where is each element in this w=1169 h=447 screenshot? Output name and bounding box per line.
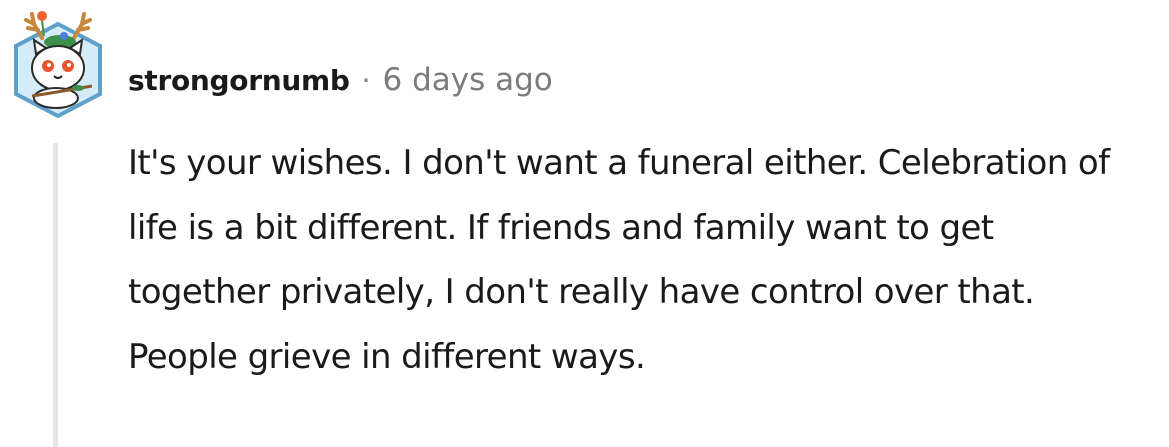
antlered-cat-avatar-icon [14,11,102,119]
user-avatar[interactable] [8,6,108,119]
comment-body: It's your wishes. I don't want a funeral… [128,143,1110,377]
thread-collapse-line[interactable] [53,143,58,447]
timestamp-link[interactable]: 6 days ago [383,62,553,98]
comment-header: strongornumb · 6 days ago [128,58,553,102]
comment: strongornumb · 6 days ago It's your wish… [0,0,1169,447]
meta-separator: · [361,63,371,97]
username-link[interactable]: strongornumb [128,64,350,97]
